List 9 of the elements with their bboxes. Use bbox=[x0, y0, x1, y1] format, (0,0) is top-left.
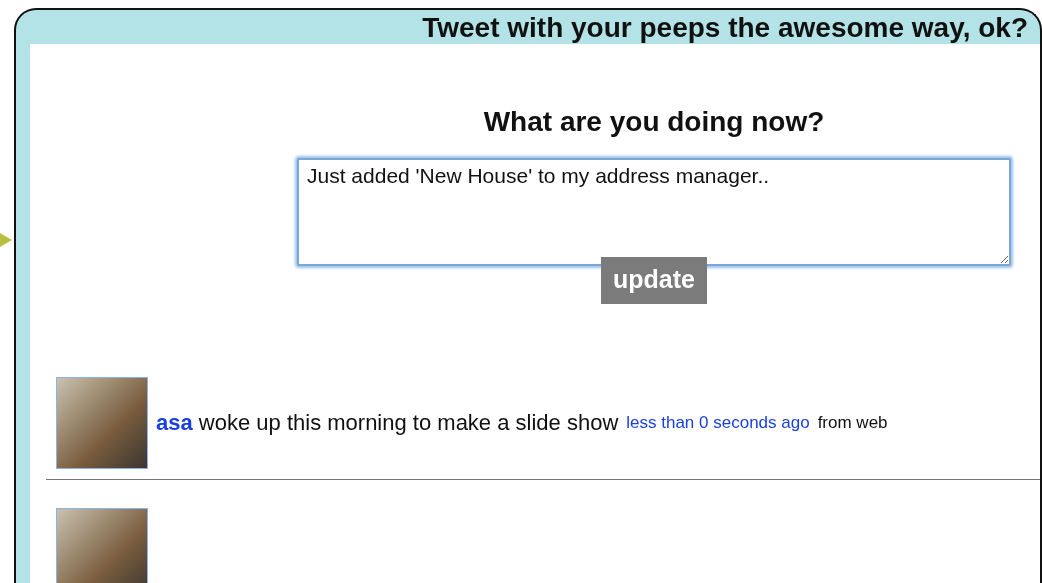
pointer-triangle-icon bbox=[0, 233, 12, 247]
status-input-field[interactable]: Just added 'New House' to my address manager.. bbox=[297, 158, 1011, 266]
composer-heading: What are you doing now? bbox=[483, 106, 825, 138]
tweet-text: asa woke up this morning to make a slide show bbox=[156, 410, 619, 436]
user-link[interactable]: asa bbox=[156, 410, 193, 435]
tweet-source: from web bbox=[817, 413, 888, 433]
update-button[interactable]: update bbox=[601, 257, 707, 304]
timestamp-link[interactable]: less than 0 seconds ago bbox=[626, 413, 810, 433]
header-title: Tweet with your peeps the awesome way, ok? bbox=[422, 11, 1028, 44]
